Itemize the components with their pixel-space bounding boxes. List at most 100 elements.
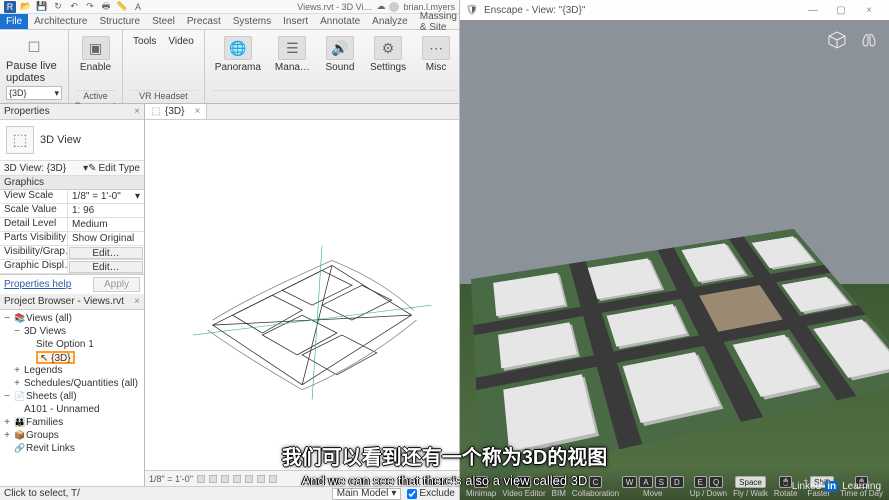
apply-button[interactable]: Apply <box>93 277 140 292</box>
settings-button[interactable]: ⚙Settings <box>366 34 410 75</box>
enable-button[interactable]: ▣ Enable <box>76 34 116 75</box>
tab-file[interactable]: File <box>0 14 28 29</box>
tree-node[interactable]: −📚Views (all) <box>2 312 142 325</box>
tools-button[interactable]: Tools <box>129 34 160 49</box>
minimize-icon[interactable]: — <box>799 1 827 19</box>
title-doc: Views.rvt - 3D Vi… <box>297 2 372 12</box>
tree-node[interactable]: ↖ {3D} <box>2 351 142 364</box>
crop-icon[interactable] <box>245 475 253 483</box>
doc-tab-3d[interactable]: ⬚ {3D} × <box>145 104 207 119</box>
linkedin-learning-watermark: LinkedinLearning <box>792 481 881 492</box>
tree-node[interactable]: +👪Families <box>2 416 142 429</box>
tab-architecture[interactable]: Architecture <box>28 14 93 29</box>
tree-node[interactable]: +📦Groups <box>2 429 142 442</box>
prop-key: View Scale <box>0 190 68 203</box>
tab-steel[interactable]: Steel <box>146 14 181 29</box>
tree-node-label: Views (all) <box>26 313 72 324</box>
tree-node[interactable]: −3D Views <box>2 325 142 338</box>
tab-precast[interactable]: Precast <box>181 14 227 29</box>
redo-icon[interactable]: ↷ <box>84 2 96 12</box>
misc-button[interactable]: ⋯Misc <box>416 34 456 75</box>
type-label: 3D View <box>40 134 81 146</box>
viewport-3d[interactable] <box>145 120 459 470</box>
sync-icon[interactable]: ↻ <box>52 2 64 12</box>
tree-node-label: Sheets (all) <box>26 391 77 402</box>
tab-massing-site[interactable]: Massing & Site <box>414 14 463 29</box>
tree-node-label: ↖ {3D} <box>36 351 75 364</box>
lungs-icon[interactable] <box>857 28 881 52</box>
enscape-logo-icon: 🛡 <box>466 4 478 16</box>
prop-value[interactable]: 1/8" = 1'-0"▾ <box>68 190 144 203</box>
tab-systems[interactable]: Systems <box>227 14 277 29</box>
edit-button[interactable]: Edit… <box>69 247 143 259</box>
properties-help-link[interactable]: Properties help <box>4 279 71 290</box>
reveal-icon[interactable] <box>269 475 277 483</box>
twisty-icon[interactable]: + <box>12 378 22 389</box>
measure-icon[interactable]: 📏 <box>116 2 128 12</box>
sound-icon: 🔊 <box>326 36 354 60</box>
group-label <box>211 90 456 102</box>
sound-button[interactable]: 🔊Sound <box>320 34 360 75</box>
pause-live-updates[interactable]: ◻ Pause live updates {3D}▾ <box>6 34 62 100</box>
shadows-icon[interactable] <box>233 475 241 483</box>
quick-access-toolbar: R 📂 💾 ↻ ↶ ↷ 🖶 📏 A Views.rvt - 3D Vi… ☁ b… <box>0 0 459 14</box>
tab-insert[interactable]: Insert <box>277 14 314 29</box>
sun-icon[interactable] <box>221 475 229 483</box>
project-tree[interactable]: −📚Views (all)−3D ViewsSite Option 1↖ {3D… <box>0 310 144 486</box>
edit-type-button[interactable]: ✎Edit Type <box>88 163 140 174</box>
twisty-icon[interactable]: + <box>2 430 12 441</box>
exclude-checkbox[interactable]: Exclude <box>407 488 455 499</box>
pause-icon: ◻ <box>10 34 58 58</box>
lock-icon[interactable] <box>257 475 265 483</box>
active-view-select[interactable]: {3D}▾ <box>6 86 62 100</box>
tab-analyze[interactable]: Analyze <box>366 14 414 29</box>
text-icon[interactable]: A <box>132 2 144 12</box>
prop-value[interactable]: Medium <box>68 218 144 231</box>
maximize-icon[interactable]: ▢ <box>827 1 855 19</box>
type-selector[interactable]: ⬚ 3D View <box>0 120 144 160</box>
enscape-viewport[interactable]: MMinimap KVideo Editor BBIM CCollaborati… <box>460 20 889 500</box>
tree-node[interactable]: A101 - Unnamed <box>2 403 142 416</box>
twisty-icon[interactable]: + <box>12 365 22 376</box>
tree-node[interactable]: +Legends <box>2 364 142 377</box>
group-label: Active Document <box>75 90 116 102</box>
close-icon[interactable]: × <box>194 106 200 117</box>
tree-node[interactable]: −📄Sheets (all) <box>2 390 142 403</box>
twisty-icon[interactable]: − <box>2 391 12 402</box>
close-icon[interactable]: × <box>134 106 140 117</box>
cube-icon[interactable] <box>825 28 849 52</box>
instance-selector[interactable]: 3D View: {3D}▾ <box>4 163 88 174</box>
edit-button[interactable]: Edit… <box>69 261 143 273</box>
tab-structure[interactable]: Structure <box>93 14 146 29</box>
visual-style-icon[interactable] <box>209 475 217 483</box>
prop-value[interactable]: Show Original <box>68 232 144 245</box>
cube-icon: ⬚ <box>151 107 161 117</box>
main-model-select[interactable]: Main Model▾ <box>332 488 402 500</box>
twisty-icon[interactable]: − <box>12 326 22 337</box>
tab-annotate[interactable]: Annotate <box>314 14 366 29</box>
tree-node-label: Legends <box>24 365 62 376</box>
manage-button[interactable]: ☰Mana… <box>271 34 314 75</box>
node-icon: 👪 <box>14 417 24 428</box>
tree-node[interactable]: +Schedules/Quantities (all) <box>2 377 142 390</box>
tree-node[interactable]: Site Option 1 <box>2 338 142 351</box>
tree-node[interactable]: 🔗Revit Links <box>2 442 142 455</box>
twisty-icon[interactable]: + <box>2 417 12 428</box>
close-icon[interactable]: × <box>134 296 140 307</box>
panorama-button[interactable]: 🌐Panorama <box>211 34 265 75</box>
tree-node-label: Groups <box>26 430 59 441</box>
key-c[interactable]: C <box>589 476 603 488</box>
properties-grid: View Scale1/8" = 1'-0"▾ Scale Value1: 96… <box>0 190 144 274</box>
undo-icon[interactable]: ↶ <box>68 2 80 12</box>
close-icon[interactable]: × <box>855 1 883 19</box>
avatar-icon[interactable] <box>389 2 399 12</box>
detail-icon[interactable] <box>197 475 205 483</box>
open-icon[interactable]: 📂 <box>20 2 32 12</box>
status-bar: Click to select, T/ Main Model▾ Exclude <box>0 486 459 500</box>
video-button[interactable]: Video <box>164 34 197 49</box>
prop-key: Visibility/Grap… <box>0 246 68 259</box>
save-icon[interactable]: 💾 <box>36 2 48 12</box>
mouse-icon: 🖱 <box>779 476 792 488</box>
twisty-icon[interactable]: − <box>2 313 12 324</box>
print-icon[interactable]: 🖶 <box>100 2 112 12</box>
